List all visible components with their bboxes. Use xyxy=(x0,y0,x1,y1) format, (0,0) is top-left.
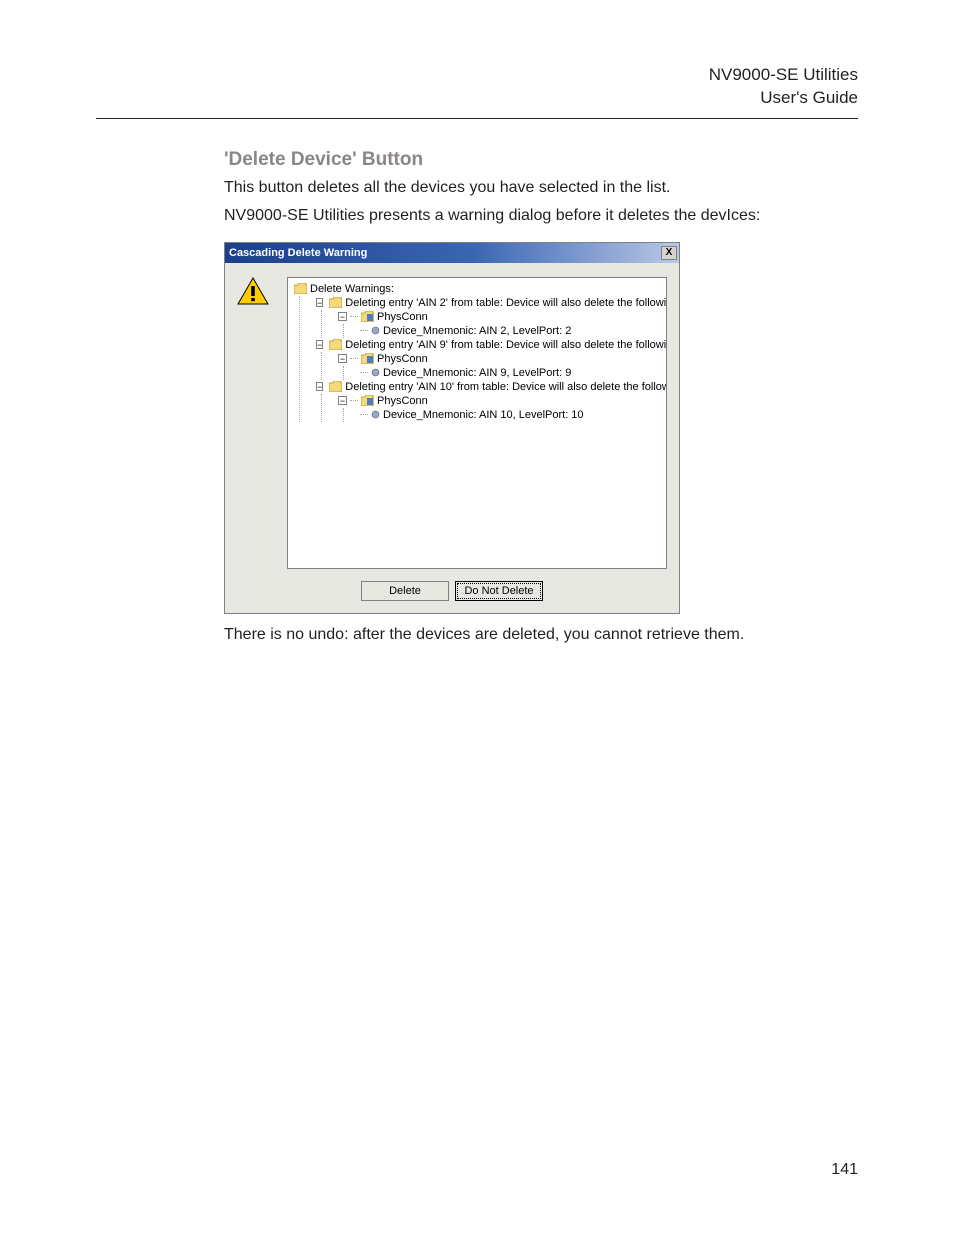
tree-label: Deleting entry 'AIN 10' from table: Devi… xyxy=(345,380,667,394)
warning-icon xyxy=(237,277,269,569)
tree-child: − PhysConn xyxy=(338,352,660,366)
folder-icon xyxy=(329,297,342,308)
tree-leaf: Device_Mnemonic: AIN 2, LevelPort: 2 xyxy=(360,324,660,338)
folder-icon xyxy=(361,311,374,322)
leaf-icon xyxy=(371,326,380,335)
folder-icon xyxy=(361,353,374,364)
tree-expander[interactable]: − xyxy=(316,382,323,391)
tree-entry: −Deleting entry 'AIN 2' from table: Devi… xyxy=(316,296,660,310)
tree-expander[interactable]: − xyxy=(338,354,347,363)
leaf-icon xyxy=(371,410,380,419)
tree-label: PhysConn xyxy=(377,352,428,366)
dialog-title: Cascading Delete Warning xyxy=(229,247,661,259)
tree-expander[interactable]: − xyxy=(316,340,323,349)
folder-icon xyxy=(361,395,374,406)
tree-label: Deleting entry 'AIN 9' from table: Devic… xyxy=(345,338,667,352)
tree-child: − PhysConn xyxy=(338,310,660,324)
section-paragraph: This button deletes all the devices you … xyxy=(224,177,858,199)
tree-expander[interactable]: − xyxy=(338,396,347,405)
tree-expander[interactable]: − xyxy=(316,298,323,307)
folder-icon xyxy=(329,339,342,350)
page-number: 141 xyxy=(831,1161,858,1179)
leaf-icon xyxy=(371,368,380,377)
tree-label: Delete Warnings: xyxy=(310,282,394,296)
tree-child: − PhysConn xyxy=(338,394,660,408)
folder-icon xyxy=(294,283,307,294)
close-icon[interactable]: X xyxy=(661,246,677,260)
section-heading: 'Delete Device' Button xyxy=(224,149,858,171)
tree-label: Deleting entry 'AIN 2' from table: Devic… xyxy=(345,296,667,310)
tree-entry: −Deleting entry 'AIN 10' from table: Dev… xyxy=(316,380,660,394)
tree-leaf: Device_Mnemonic: AIN 9, LevelPort: 9 xyxy=(360,366,660,380)
header-doc: User's Guide xyxy=(96,87,858,110)
section-paragraph: There is no undo: after the devices are … xyxy=(224,624,858,646)
cascading-delete-dialog: Cascading Delete Warning X Delete Warnin… xyxy=(224,242,680,614)
delete-button[interactable]: Delete xyxy=(361,581,449,601)
folder-icon xyxy=(329,381,342,392)
do-not-delete-button[interactable]: Do Not Delete xyxy=(455,581,543,601)
tree-label: Device_Mnemonic: AIN 10, LevelPort: 10 xyxy=(383,408,584,422)
tree-label: PhysConn xyxy=(377,394,428,408)
tree-label: PhysConn xyxy=(377,310,428,324)
tree-expander[interactable]: − xyxy=(338,312,347,321)
header-product: NV9000-SE Utilities xyxy=(96,64,858,87)
tree-entry: −Deleting entry 'AIN 9' from table: Devi… xyxy=(316,338,660,352)
header-divider xyxy=(96,118,858,119)
warning-tree: Delete Warnings:−Deleting entry 'AIN 2' … xyxy=(287,277,667,569)
tree-root-node: Delete Warnings: xyxy=(294,282,660,296)
tree-label: Device_Mnemonic: AIN 9, LevelPort: 9 xyxy=(383,366,571,380)
dialog-titlebar: Cascading Delete Warning X xyxy=(225,243,679,263)
tree-leaf: Device_Mnemonic: AIN 10, LevelPort: 10 xyxy=(360,408,660,422)
section-paragraph: NV9000-SE Utilities presents a warning d… xyxy=(224,205,858,227)
tree-label: Device_Mnemonic: AIN 2, LevelPort: 2 xyxy=(383,324,571,338)
